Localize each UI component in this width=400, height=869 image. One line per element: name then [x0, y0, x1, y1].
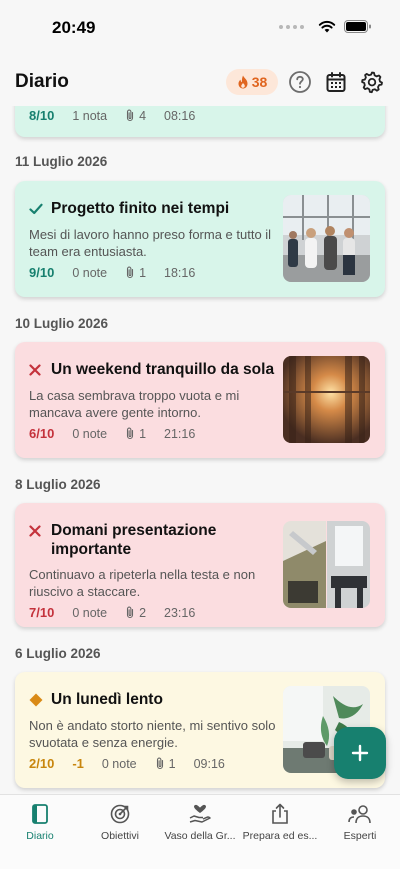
paperclip-icon	[125, 606, 135, 619]
entry-meta: 2/10 -1 0 note 1 09:16	[29, 756, 225, 771]
entry-meta: 9/10 0 note 1 18:16	[29, 265, 195, 280]
app-header: Diario 38	[0, 58, 400, 106]
entry-body: Mesi di lavoro hanno preso forma e tutto…	[29, 227, 272, 259]
entry-body: La casa sembrava troppo vuota e mi manca…	[29, 388, 240, 420]
entry-date: 6 Luglio 2026	[15, 646, 101, 661]
tab-esperti[interactable]: Esperti	[320, 803, 400, 842]
diamond-icon	[29, 690, 43, 709]
tab-diario[interactable]: Diario	[0, 803, 80, 842]
entry-title-row: Un lunedì lento	[29, 690, 277, 709]
paperclip-icon	[125, 427, 135, 440]
cross-icon	[29, 521, 43, 540]
diary-feed[interactable]: 8/10 1 nota 4 08:16 11 Luglio 2026 Proge…	[0, 106, 400, 794]
paperclip-icon	[155, 757, 165, 770]
status-icons	[279, 20, 372, 33]
target-icon	[110, 804, 130, 824]
tab-label: Prepara ed es...	[242, 830, 318, 842]
help-icon[interactable]	[288, 70, 312, 94]
entry-score-delta: -1	[72, 756, 84, 771]
tab-prepara-ed-esporta[interactable]: Prepara ed es...	[240, 803, 320, 842]
diary-entry-card[interactable]: Un weekend tranquillo da sola La casa se…	[15, 342, 385, 458]
share-icon	[272, 803, 288, 824]
entry-date: 11 Luglio 2026	[15, 154, 108, 169]
entry-title: Un lunedì lento	[51, 691, 163, 708]
entry-notes-count: 0 note	[72, 426, 108, 441]
streak-badge[interactable]: 38	[226, 69, 278, 95]
paperclip-icon	[125, 266, 135, 279]
entry-score: 9/10	[29, 265, 55, 280]
entry-photo-thumbnail[interactable]	[283, 521, 370, 608]
tab-vaso-della-gratitudine[interactable]: Vaso della Gr...	[160, 803, 240, 842]
entry-attachments-count: 1	[168, 756, 176, 771]
entry-score: 6/10	[29, 426, 55, 441]
status-time: 20:49	[52, 18, 96, 37]
flame-icon	[238, 75, 248, 89]
entry-time: 23:16	[164, 605, 196, 620]
entry-meta: 8/10 1 nota 4 08:16	[29, 108, 195, 123]
entry-attachments-count: 1	[139, 426, 147, 441]
diary-entry-card[interactable]: 8/10 1 nota 4 08:16	[15, 106, 385, 137]
wifi-icon	[318, 20, 336, 33]
entry-title-row: Progetto finito nei tempi	[29, 199, 277, 218]
entry-date: 8 Luglio 2026	[15, 477, 101, 492]
battery-icon	[344, 20, 371, 33]
entry-attachments-count: 2	[139, 605, 147, 620]
entry-body: Non è andato storto niente, mi sentivo s…	[29, 718, 276, 750]
entry-meta: 7/10 0 note 2 23:16	[29, 605, 195, 620]
entry-meta: 6/10 0 note 1 21:16	[29, 426, 195, 441]
plus-icon	[351, 744, 369, 762]
tab-label: Diario	[26, 830, 54, 842]
entry-score: 7/10	[29, 605, 55, 620]
page-title: Diario	[15, 71, 69, 92]
heart-hand-icon	[189, 804, 211, 823]
entry-time: 09:16	[193, 756, 225, 771]
tab-label: Vaso della Gr...	[164, 830, 236, 842]
tab-obiettivi[interactable]: Obiettivi	[80, 803, 160, 842]
tab-label: Esperti	[343, 830, 377, 842]
entry-score: 2/10	[29, 756, 55, 771]
entry-notes-count: 0 note	[72, 265, 108, 280]
book-icon	[32, 804, 48, 824]
diary-entry-card[interactable]: Un lunedì lento Non è andato storto nien…	[15, 672, 385, 788]
bottom-tab-bar: Diario Obiettivi Vaso della Gr... Prepar…	[0, 794, 400, 869]
calendar-icon[interactable]	[324, 70, 348, 94]
diary-entry-card[interactable]: Progetto finito nei tempi Mesi di lavoro…	[15, 181, 385, 297]
status-bar: 20:49	[0, 0, 400, 58]
entry-notes-count: 0 note	[72, 605, 108, 620]
streak-count: 38	[251, 74, 268, 90]
entry-title: Progetto finito nei tempi	[51, 200, 230, 217]
entry-photo-thumbnail[interactable]	[283, 356, 370, 443]
entry-photo-thumbnail[interactable]	[283, 195, 370, 282]
entry-time: 18:16	[164, 265, 196, 280]
entry-title-row: Domani presentazione importante	[29, 521, 277, 559]
tab-label: Obiettivi	[101, 830, 139, 842]
paperclip-icon	[125, 109, 135, 122]
entry-time: 21:16	[164, 426, 196, 441]
entry-notes-count: 1 nota	[72, 108, 108, 123]
diary-entry-card[interactable]: Domani presentazione importante Continua…	[15, 503, 385, 627]
people-icon	[348, 805, 371, 824]
entry-title: Un weekend tranquillo da sola	[51, 361, 275, 378]
settings-gear-icon[interactable]	[360, 70, 384, 94]
add-entry-button[interactable]	[334, 727, 386, 779]
entry-notes-count: 0 note	[101, 756, 137, 771]
cross-icon	[29, 360, 43, 379]
entry-body: Continuavo a ripeterla nella testa e non…	[29, 567, 256, 599]
entry-time: 08:16	[164, 108, 196, 123]
signal-dots-icon	[279, 24, 304, 29]
entry-attachments-count: 4	[139, 108, 147, 123]
check-icon	[29, 199, 43, 218]
entry-attachments-count: 1	[139, 265, 147, 280]
entry-score: 8/10	[29, 108, 55, 123]
entry-date: 10 Luglio 2026	[15, 316, 109, 331]
entry-title: Domani presentazione importante	[51, 522, 217, 558]
entry-title-row: Un weekend tranquillo da sola	[29, 360, 277, 379]
